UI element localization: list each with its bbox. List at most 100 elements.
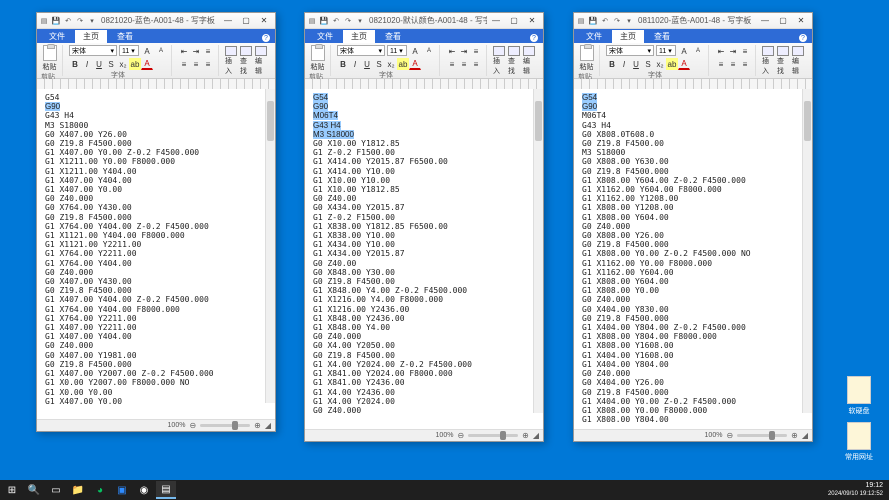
- bullets-icon[interactable]: ≡: [739, 45, 751, 57]
- paste-button[interactable]: 粘贴: [311, 45, 325, 72]
- edit-button[interactable]: 编辑: [792, 46, 804, 76]
- vertical-scrollbar[interactable]: [533, 89, 543, 413]
- zoom-in-button[interactable]: ⊕: [791, 431, 798, 440]
- inc-indent-icon[interactable]: ⇥: [190, 45, 202, 57]
- maximize-button[interactable]: ▢: [237, 14, 255, 28]
- tab-file[interactable]: 文件: [41, 30, 73, 43]
- subscript-button[interactable]: x₂: [117, 58, 129, 70]
- save-icon[interactable]: 💾: [319, 16, 329, 26]
- ruler[interactable]: [37, 79, 275, 89]
- align-right-icon[interactable]: ≡: [470, 58, 482, 70]
- bullets-icon[interactable]: ≡: [470, 45, 482, 57]
- ruler[interactable]: [574, 79, 812, 89]
- gcode-text[interactable]: G54 G90 G43 H4 M3 S18000 G0 X407.00 Y26.…: [45, 93, 267, 406]
- grow-font-icon[interactable]: A: [409, 45, 421, 57]
- bold-button[interactable]: B: [69, 58, 81, 70]
- vertical-scrollbar[interactable]: [265, 89, 275, 403]
- dropdown-icon[interactable]: ▾: [87, 16, 97, 26]
- font-size-select[interactable]: 11 ▾: [387, 45, 407, 56]
- paste-button[interactable]: 粘贴: [580, 45, 594, 72]
- document-area[interactable]: G54 G90 M06T4 G43 H4 G0 X808.0T608.0 G0 …: [574, 89, 812, 429]
- tab-view[interactable]: 查看: [109, 30, 141, 43]
- bold-button[interactable]: B: [606, 58, 618, 70]
- zoom-slider[interactable]: [737, 434, 787, 437]
- font-size-select[interactable]: 11 ▾: [656, 45, 676, 56]
- zoom-in-button[interactable]: ⊕: [254, 421, 261, 430]
- font-size-select[interactable]: 11 ▾: [119, 45, 139, 56]
- close-button[interactable]: ✕: [792, 14, 810, 28]
- lookup-button[interactable]: 查找: [508, 46, 520, 76]
- inc-indent-icon[interactable]: ⇥: [727, 45, 739, 57]
- desktop-icon[interactable]: 软硬盘: [844, 376, 874, 416]
- scrollbar-thumb[interactable]: [804, 101, 811, 141]
- insert-button[interactable]: 插入: [493, 46, 505, 76]
- maximize-button[interactable]: ▢: [505, 14, 523, 28]
- font-color-button[interactable]: A: [678, 58, 690, 70]
- inc-indent-icon[interactable]: ⇥: [458, 45, 470, 57]
- close-button[interactable]: ✕: [523, 14, 541, 28]
- align-left-icon[interactable]: ≡: [178, 58, 190, 70]
- shrink-font-icon[interactable]: A: [692, 45, 704, 57]
- titlebar[interactable]: ▤ 💾 ↶ ↷ ▾ 0821020-蓝色-A001-48 - 写字板 — ▢ ✕: [37, 13, 275, 29]
- align-center-icon[interactable]: ≡: [727, 58, 739, 70]
- save-icon[interactable]: 💾: [588, 16, 598, 26]
- font-color-button[interactable]: A: [141, 58, 153, 70]
- zoom-slider[interactable]: [200, 424, 250, 427]
- wechat-icon[interactable]: ◕: [90, 481, 110, 499]
- highlight-button[interactable]: ab: [129, 58, 141, 70]
- resize-grip-icon[interactable]: ◢: [533, 431, 539, 440]
- font-name-select[interactable]: 宋体 ▾: [337, 45, 385, 56]
- insert-button[interactable]: 插入: [762, 46, 774, 76]
- strike-button[interactable]: S: [642, 58, 654, 70]
- bullets-icon[interactable]: ≡: [202, 45, 214, 57]
- edit-button[interactable]: 编辑: [523, 46, 535, 76]
- start-button[interactable]: ⊞: [2, 481, 22, 499]
- font-name-select[interactable]: 宋体 ▾: [606, 45, 654, 56]
- paste-button[interactable]: 粘贴: [43, 45, 57, 72]
- zoom-out-button[interactable]: ⊖: [457, 431, 464, 440]
- titlebar[interactable]: ▤ 💾 ↶ ↷ ▾ 0821020-默认颜色-A001-48 - 写字板 — ▢…: [305, 13, 543, 29]
- underline-button[interactable]: U: [630, 58, 642, 70]
- zoom-slider[interactable]: [468, 434, 518, 437]
- grow-font-icon[interactable]: A: [678, 45, 690, 57]
- strike-button[interactable]: S: [105, 58, 117, 70]
- gcode-text[interactable]: G54 G90 M06T4 G43 H4 G0 X808.0T608.0 G0 …: [582, 93, 804, 424]
- undo-icon[interactable]: ↶: [331, 16, 341, 26]
- folder-icon[interactable]: 📁: [68, 481, 88, 499]
- dec-indent-icon[interactable]: ⇤: [715, 45, 727, 57]
- redo-icon[interactable]: ↷: [75, 16, 85, 26]
- lookup-button[interactable]: 查找: [777, 46, 789, 76]
- shrink-font-icon[interactable]: A: [155, 45, 167, 57]
- underline-button[interactable]: U: [361, 58, 373, 70]
- desktop-icon[interactable]: 常用网址: [844, 422, 874, 462]
- bold-button[interactable]: B: [337, 58, 349, 70]
- gcode-text[interactable]: G54 G90 M06T4 G43 H4 M3 S18000 G0 X10.00…: [313, 93, 535, 415]
- grow-font-icon[interactable]: A: [141, 45, 153, 57]
- zoom-out-button[interactable]: ⊖: [726, 431, 733, 440]
- tab-view[interactable]: 查看: [646, 30, 678, 43]
- highlight-button[interactable]: ab: [666, 58, 678, 70]
- zoom-in-button[interactable]: ⊕: [522, 431, 529, 440]
- font-name-select[interactable]: 宋体 ▾: [69, 45, 117, 56]
- minimize-button[interactable]: —: [487, 14, 505, 28]
- tab-home[interactable]: 主页: [75, 30, 107, 43]
- align-left-icon[interactable]: ≡: [715, 58, 727, 70]
- system-clock[interactable]: 19:12 2024/09/10 19:12:52: [828, 482, 887, 498]
- align-center-icon[interactable]: ≡: [458, 58, 470, 70]
- zoom-out-button[interactable]: ⊖: [189, 421, 196, 430]
- app-icon[interactable]: ▣: [112, 481, 132, 499]
- document-area[interactable]: G54 G90 G43 H4 M3 S18000 G0 X407.00 Y26.…: [37, 89, 275, 419]
- help-icon[interactable]: ?: [798, 33, 808, 43]
- undo-icon[interactable]: ↶: [63, 16, 73, 26]
- task-view-icon[interactable]: ▭: [46, 481, 66, 499]
- lookup-button[interactable]: 查找: [240, 46, 252, 76]
- dropdown-icon[interactable]: ▾: [355, 16, 365, 26]
- dec-indent-icon[interactable]: ⇤: [178, 45, 190, 57]
- shrink-font-icon[interactable]: A: [423, 45, 435, 57]
- insert-button[interactable]: 插入: [225, 46, 237, 76]
- search-icon[interactable]: 🔍: [24, 481, 44, 499]
- highlight-button[interactable]: ab: [397, 58, 409, 70]
- strike-button[interactable]: S: [373, 58, 385, 70]
- font-color-button[interactable]: A: [409, 58, 421, 70]
- dec-indent-icon[interactable]: ⇤: [446, 45, 458, 57]
